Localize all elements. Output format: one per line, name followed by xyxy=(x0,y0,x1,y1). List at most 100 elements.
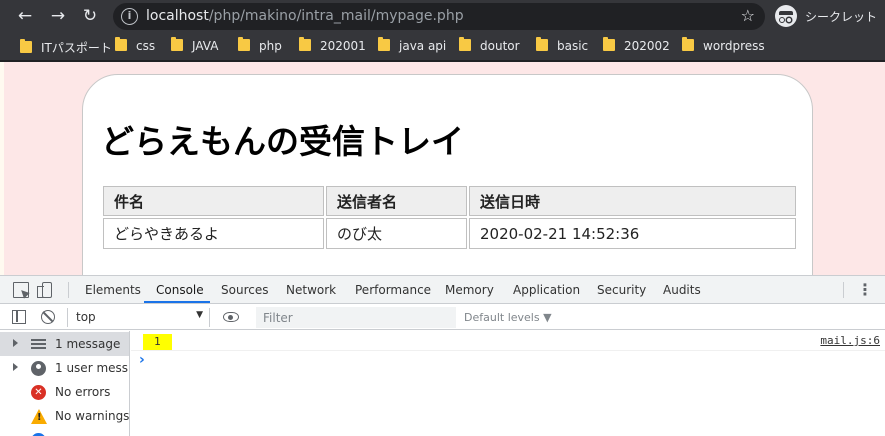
bookmark-item[interactable]: ITパスポート xyxy=(20,39,112,55)
bookmark-item[interactable]: java api xyxy=(378,37,447,55)
sidebar-toggle-icon[interactable] xyxy=(12,310,26,324)
bookmark-item[interactable]: 202001 xyxy=(299,37,366,55)
sidebar-item-label: No errors xyxy=(55,385,111,399)
context-value: top xyxy=(76,310,96,324)
sidebar-item-label: No warnings xyxy=(55,409,129,423)
folder-icon xyxy=(238,37,250,51)
console-prompt[interactable]: › xyxy=(139,352,145,368)
context-selector[interactable]: top ▼ xyxy=(67,308,210,327)
bookmark-item[interactable]: php xyxy=(238,37,282,55)
cell-sender: のび太 xyxy=(326,218,467,249)
clear-console-icon[interactable] xyxy=(41,310,55,324)
bookmark-label: 202001 xyxy=(320,39,366,53)
tab-application[interactable]: Application xyxy=(513,283,580,297)
page-edge xyxy=(0,62,4,275)
console-sidebar: 1 message 1 user mess... ✕ No errors ! N… xyxy=(0,331,130,436)
tab-elements[interactable]: Elements xyxy=(85,283,141,297)
tab-divider xyxy=(843,282,844,298)
console-body: 1 message 1 user mess... ✕ No errors ! N… xyxy=(0,331,885,436)
inbox-card: どらえもんの受信トレイ 件名 送信者名 送信日時 どらやきあるよ のび太 202… xyxy=(82,74,813,275)
inspect-element-icon[interactable] xyxy=(13,282,29,298)
folder-icon xyxy=(299,37,311,51)
bookmark-item[interactable]: css xyxy=(115,37,156,55)
bookmark-label: 202002 xyxy=(624,39,670,53)
forward-arrow-icon[interactable]: → xyxy=(47,5,69,27)
devtools-panel: Elements Console Sources Network Perform… xyxy=(0,275,885,436)
folder-icon xyxy=(20,39,32,53)
tab-audits[interactable]: Audits xyxy=(663,283,701,297)
tab-security[interactable]: Security xyxy=(597,283,646,297)
back-arrow-icon[interactable]: ← xyxy=(14,5,36,27)
bookmark-label: php xyxy=(259,39,282,53)
user-icon xyxy=(31,361,46,376)
active-tab-indicator xyxy=(144,301,210,303)
sidebar-item-errors[interactable]: ✕ No errors xyxy=(0,380,129,404)
folder-icon xyxy=(115,37,127,51)
expand-triangle-icon[interactable] xyxy=(13,339,18,347)
folder-icon xyxy=(459,37,471,51)
url-text[interactable]: localhost/php/makino/intra_mail/mypage.p… xyxy=(146,8,464,24)
bookmark-item[interactable]: basic xyxy=(536,37,589,55)
warning-icon: ! xyxy=(31,409,47,424)
incognito-icon xyxy=(775,5,797,27)
tab-performance[interactable]: Performance xyxy=(355,283,431,297)
console-message-row: 1 mail.js:6 xyxy=(131,331,885,351)
tab-memory[interactable]: Memory xyxy=(445,283,494,297)
incognito-label: シークレット xyxy=(805,10,878,24)
folder-icon xyxy=(603,37,615,51)
browser-toolbar: ← → ↻ i localhost/php/makino/intra_mail/… xyxy=(0,0,885,33)
bookmark-item[interactable]: JAVA xyxy=(171,37,219,55)
bookmark-label: ITパスポート xyxy=(41,41,112,55)
bookmark-label: css xyxy=(136,39,156,53)
inbox-table: 件名 送信者名 送信日時 どらやきあるよ のび太 2020-02-21 14:5… xyxy=(101,184,798,251)
log-levels-dropdown[interactable]: Default levels ▼ xyxy=(464,311,552,324)
table-header-row: 件名 送信者名 送信日時 xyxy=(103,186,796,216)
expand-triangle-icon[interactable] xyxy=(13,363,18,371)
console-message-source-link[interactable]: mail.js:6 xyxy=(820,334,880,347)
list-icon xyxy=(31,339,46,349)
browser-window: ← → ↻ i localhost/php/makino/intra_mail/… xyxy=(0,0,885,436)
bookmark-label: doutor xyxy=(480,39,520,53)
dropdown-arrow-icon: ▼ xyxy=(196,310,203,320)
sidebar-item-label: 1 user mess... xyxy=(55,361,129,375)
site-info-icon[interactable]: i xyxy=(121,8,138,25)
live-expression-eye-icon[interactable] xyxy=(223,312,239,322)
more-options-icon[interactable]: ⋮ xyxy=(857,281,873,299)
column-header-sender: 送信者名 xyxy=(326,186,467,216)
url-host: localhost xyxy=(146,8,209,24)
tab-console[interactable]: Console xyxy=(156,283,204,297)
bookmark-star-icon[interactable]: ☆ xyxy=(741,6,755,25)
folder-icon xyxy=(378,37,390,51)
bookmark-label: basic xyxy=(557,39,589,53)
cell-date: 2020-02-21 14:52:36 xyxy=(469,218,796,249)
filter-input[interactable] xyxy=(256,307,456,328)
bookmark-item[interactable]: wordpress xyxy=(682,37,765,55)
incognito-indicator[interactable]: シークレット xyxy=(771,3,877,30)
bookmark-label: java api xyxy=(399,39,447,53)
sidebar-item-user-messages[interactable]: 1 user mess... xyxy=(0,356,129,380)
address-bar[interactable]: i localhost/php/makino/intra_mail/mypage… xyxy=(113,3,765,30)
bookmark-label: JAVA xyxy=(192,39,219,53)
column-header-date: 送信日時 xyxy=(469,186,796,216)
sidebar-item-warnings[interactable]: ! No warnings xyxy=(0,404,129,428)
sidebar-item-info[interactable] xyxy=(0,428,129,436)
reload-icon[interactable]: ↻ xyxy=(79,5,101,27)
sidebar-item-label: 1 message xyxy=(55,337,121,351)
console-messages: 1 mail.js:6 › xyxy=(131,331,885,436)
bookmarks-bar: ITパスポート css JAVA php 202001 java api dou… xyxy=(0,33,885,61)
sidebar-item-messages[interactable]: 1 message xyxy=(0,332,129,356)
bookmark-item[interactable]: doutor xyxy=(459,37,520,55)
page-title: どらえもんの受信トレイ xyxy=(101,122,464,161)
device-toolbar-icon[interactable] xyxy=(37,282,52,298)
tab-network[interactable]: Network xyxy=(286,283,336,297)
table-row[interactable]: どらやきあるよ のび太 2020-02-21 14:52:36 xyxy=(103,218,796,249)
page-viewport: どらえもんの受信トレイ 件名 送信者名 送信日時 どらやきあるよ のび太 202… xyxy=(0,62,885,275)
folder-icon xyxy=(682,37,694,51)
folder-icon xyxy=(536,37,548,51)
url-path: /php/makino/intra_mail/mypage.php xyxy=(208,8,464,24)
console-toolbar: top ▼ Default levels ▼ xyxy=(0,305,885,330)
tab-sources[interactable]: Sources xyxy=(221,283,268,297)
cell-subject: どらやきあるよ xyxy=(103,218,324,249)
bookmark-item[interactable]: 202002 xyxy=(603,37,670,55)
column-header-subject: 件名 xyxy=(103,186,324,216)
